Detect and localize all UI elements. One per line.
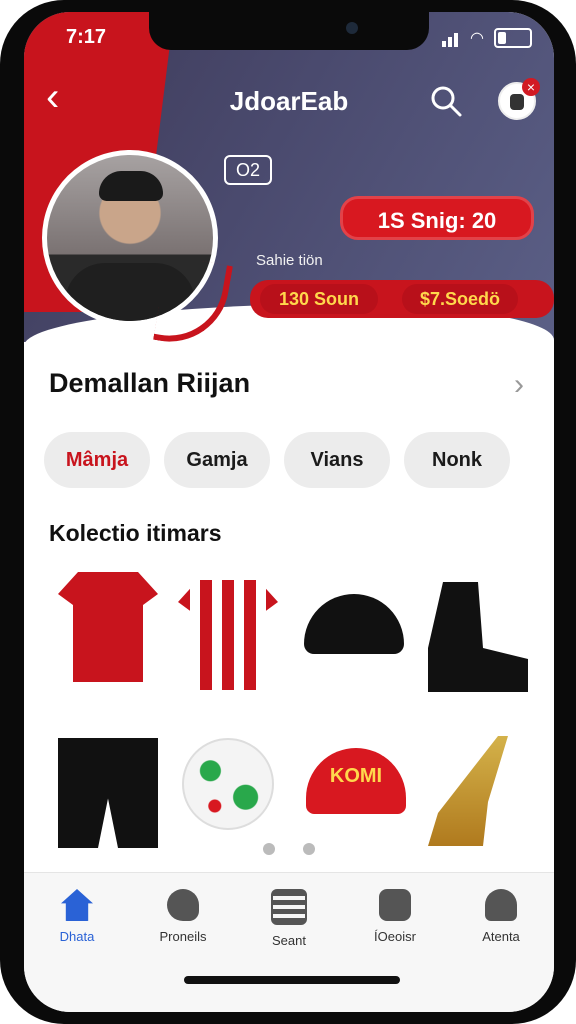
user-icon: [485, 889, 517, 921]
signal-icon: [442, 29, 460, 47]
status-time: 7:17: [66, 26, 107, 48]
tab-label: Dhata: [59, 929, 95, 944]
bottom-tab-bar: Dhata Proneils Seant ÍOeoisr Atenta: [24, 872, 554, 1012]
collection-title: Kolectio itimars: [49, 520, 222, 546]
football-icon[interactable]: [182, 738, 274, 830]
chip-category-1[interactable]: Mâmja: [44, 432, 150, 488]
search-icon[interactable]: [429, 84, 463, 118]
home-icon: [61, 889, 93, 921]
tab-label: Seant: [272, 933, 306, 948]
chip-category-3[interactable]: Vians: [284, 432, 390, 488]
pagination-dots: [24, 842, 554, 860]
stat-pill-a[interactable]: 130 Soun: [260, 284, 378, 314]
chip-category-2[interactable]: Gamja: [164, 432, 270, 488]
list-icon: [271, 889, 307, 925]
avatar-jersey-icon: [510, 94, 524, 110]
main-stat-pill[interactable]: 1S Snig: 20: [340, 196, 534, 240]
front-camera: [346, 22, 358, 34]
tab-home[interactable]: Dhata: [24, 889, 130, 944]
portrait-hair: [99, 171, 163, 201]
level-tag: O2: [224, 155, 272, 185]
account-avatar[interactable]: ×: [498, 78, 540, 120]
page-title: JdoarEab: [229, 86, 349, 116]
chip-category-4[interactable]: Nonk: [404, 432, 510, 488]
stat-pill-b[interactable]: $7.Soedö: [402, 284, 518, 314]
section-title: Demallan Riijan: [49, 368, 251, 398]
heart-search-icon: [167, 889, 199, 921]
phone-frame: 7:17 ◠ ‹ JdoarEab × O2 1S Snig: 20 Sahie…: [0, 0, 576, 1024]
category-chips: Mâmja Gamja Vians Nonk: [44, 432, 510, 488]
tab-label: Proneils: [159, 929, 207, 944]
shorts-icon[interactable]: [58, 738, 158, 848]
battery-icon: [494, 28, 532, 48]
page-dot-1[interactable]: [262, 843, 275, 855]
close-icon[interactable]: ×: [522, 78, 540, 96]
app-screen: 7:17 ◠ ‹ JdoarEab × O2 1S Snig: 20 Sahie…: [24, 12, 554, 1012]
tab-label: Atenta: [482, 929, 520, 944]
chevron-right-icon[interactable]: ›: [514, 368, 524, 402]
football-boot-icon[interactable]: [428, 582, 528, 692]
tab-proneils[interactable]: Proneils: [130, 889, 236, 944]
wifi-icon: ◠: [470, 30, 484, 47]
tab-seant[interactable]: Seant: [236, 889, 342, 948]
device-notch: [149, 12, 429, 50]
striped-jersey-icon[interactable]: [178, 580, 278, 690]
black-cap-icon[interactable]: [304, 594, 404, 654]
page-dot-2[interactable]: [303, 843, 316, 855]
home-indicator[interactable]: [184, 976, 400, 984]
red-jersey-icon[interactable]: [58, 572, 158, 682]
profile-subtitle: Sahie tiön: [256, 252, 323, 269]
trophy-icon[interactable]: [428, 736, 508, 846]
red-cap-icon[interactable]: KOMI: [306, 748, 406, 814]
profile-header: 7:17 ◠ ‹ JdoarEab × O2 1S Snig: 20 Sahie…: [24, 12, 554, 364]
status-icons: ◠: [442, 28, 532, 48]
camera-icon: [379, 889, 411, 921]
tab-atenta[interactable]: Atenta: [448, 889, 554, 944]
tab-label: ÍOeoisr: [374, 929, 416, 944]
tab-ioeoisr[interactable]: ÍOeoisr: [342, 889, 448, 944]
